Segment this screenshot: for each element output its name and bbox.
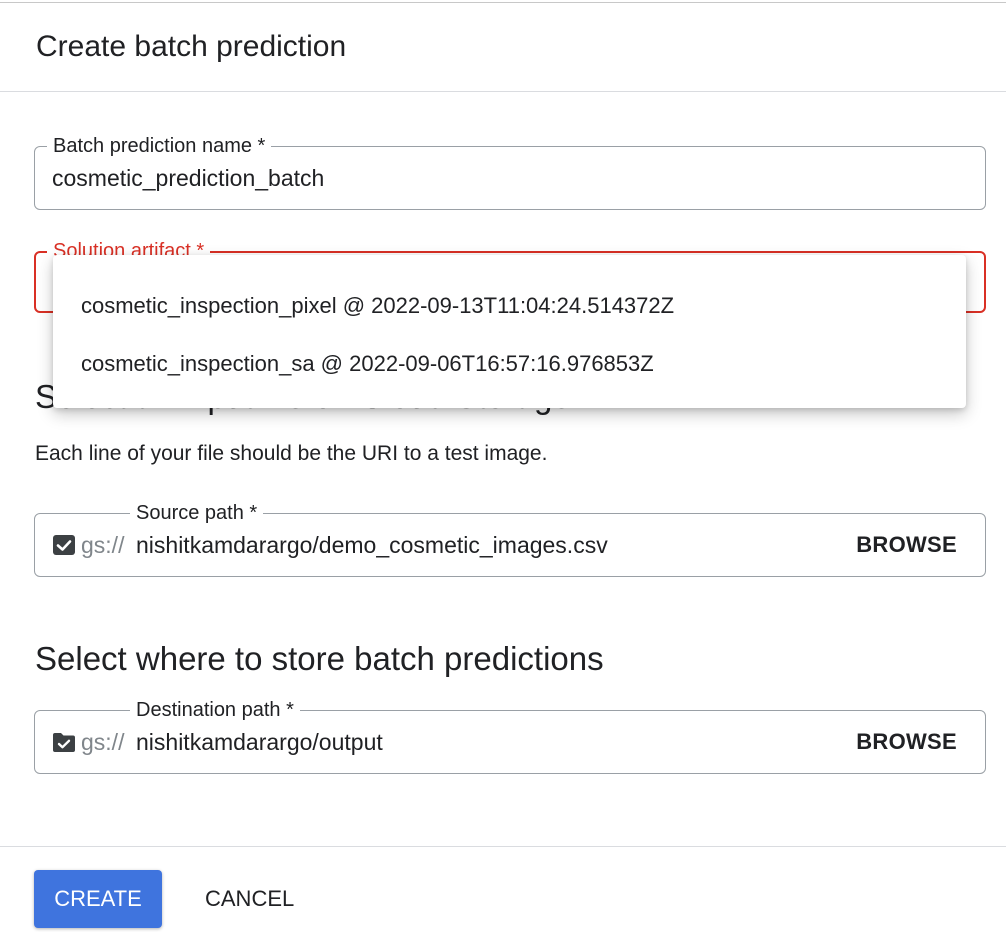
- solution-artifact-menu: cosmetic_inspection_pixel @ 2022-09-13T1…: [53, 255, 966, 408]
- store-section-heading: Select where to store batch predictions: [35, 640, 604, 677]
- menu-item-artifact-sa[interactable]: cosmetic_inspection_sa @ 2022-09-06T16:5…: [53, 337, 966, 395]
- folder-check-icon: [53, 733, 75, 752]
- source-path-field[interactable]: Source path * gs:// nishitkamdarargo/dem…: [34, 501, 986, 577]
- destination-path-field[interactable]: Destination path * gs:// nishitkamdararg…: [34, 698, 986, 774]
- destination-browse-button[interactable]: BROWSE: [856, 729, 957, 755]
- batch-name-label: Batch prediction name *: [47, 134, 272, 158]
- menu-item-label: cosmetic_inspection_pixel @ 2022-09-13T1…: [81, 293, 675, 318]
- source-path-label: Source path *: [130, 501, 264, 525]
- source-path-input[interactable]: nishitkamdarargo/demo_cosmetic_images.cs…: [136, 532, 608, 559]
- destination-gs-prefix: gs://: [81, 729, 125, 755]
- destination-path-label: Destination path *: [130, 698, 300, 722]
- batch-name-field[interactable]: Batch prediction name * cosmetic_predict…: [34, 134, 986, 210]
- dialog-title: Create batch prediction: [36, 30, 347, 63]
- menu-item-label: cosmetic_inspection_sa @ 2022-09-06T16:5…: [81, 351, 654, 376]
- file-check-icon: [53, 535, 75, 555]
- create-button[interactable]: CREATE: [34, 870, 162, 928]
- header-divider: [0, 91, 1006, 92]
- destination-path-input[interactable]: nishitkamdarargo/output: [136, 729, 383, 756]
- top-border: [0, 2, 1006, 3]
- source-browse-button[interactable]: BROWSE: [856, 532, 957, 558]
- cancel-button[interactable]: CANCEL: [205, 870, 294, 928]
- input-helper-text: Each line of your file should be the URI…: [35, 442, 548, 465]
- batch-name-input[interactable]: cosmetic_prediction_batch: [52, 164, 324, 192]
- footer-divider: [0, 846, 1006, 847]
- source-gs-prefix: gs://: [81, 532, 125, 558]
- menu-item-artifact-pixel[interactable]: cosmetic_inspection_pixel @ 2022-09-13T1…: [53, 279, 966, 337]
